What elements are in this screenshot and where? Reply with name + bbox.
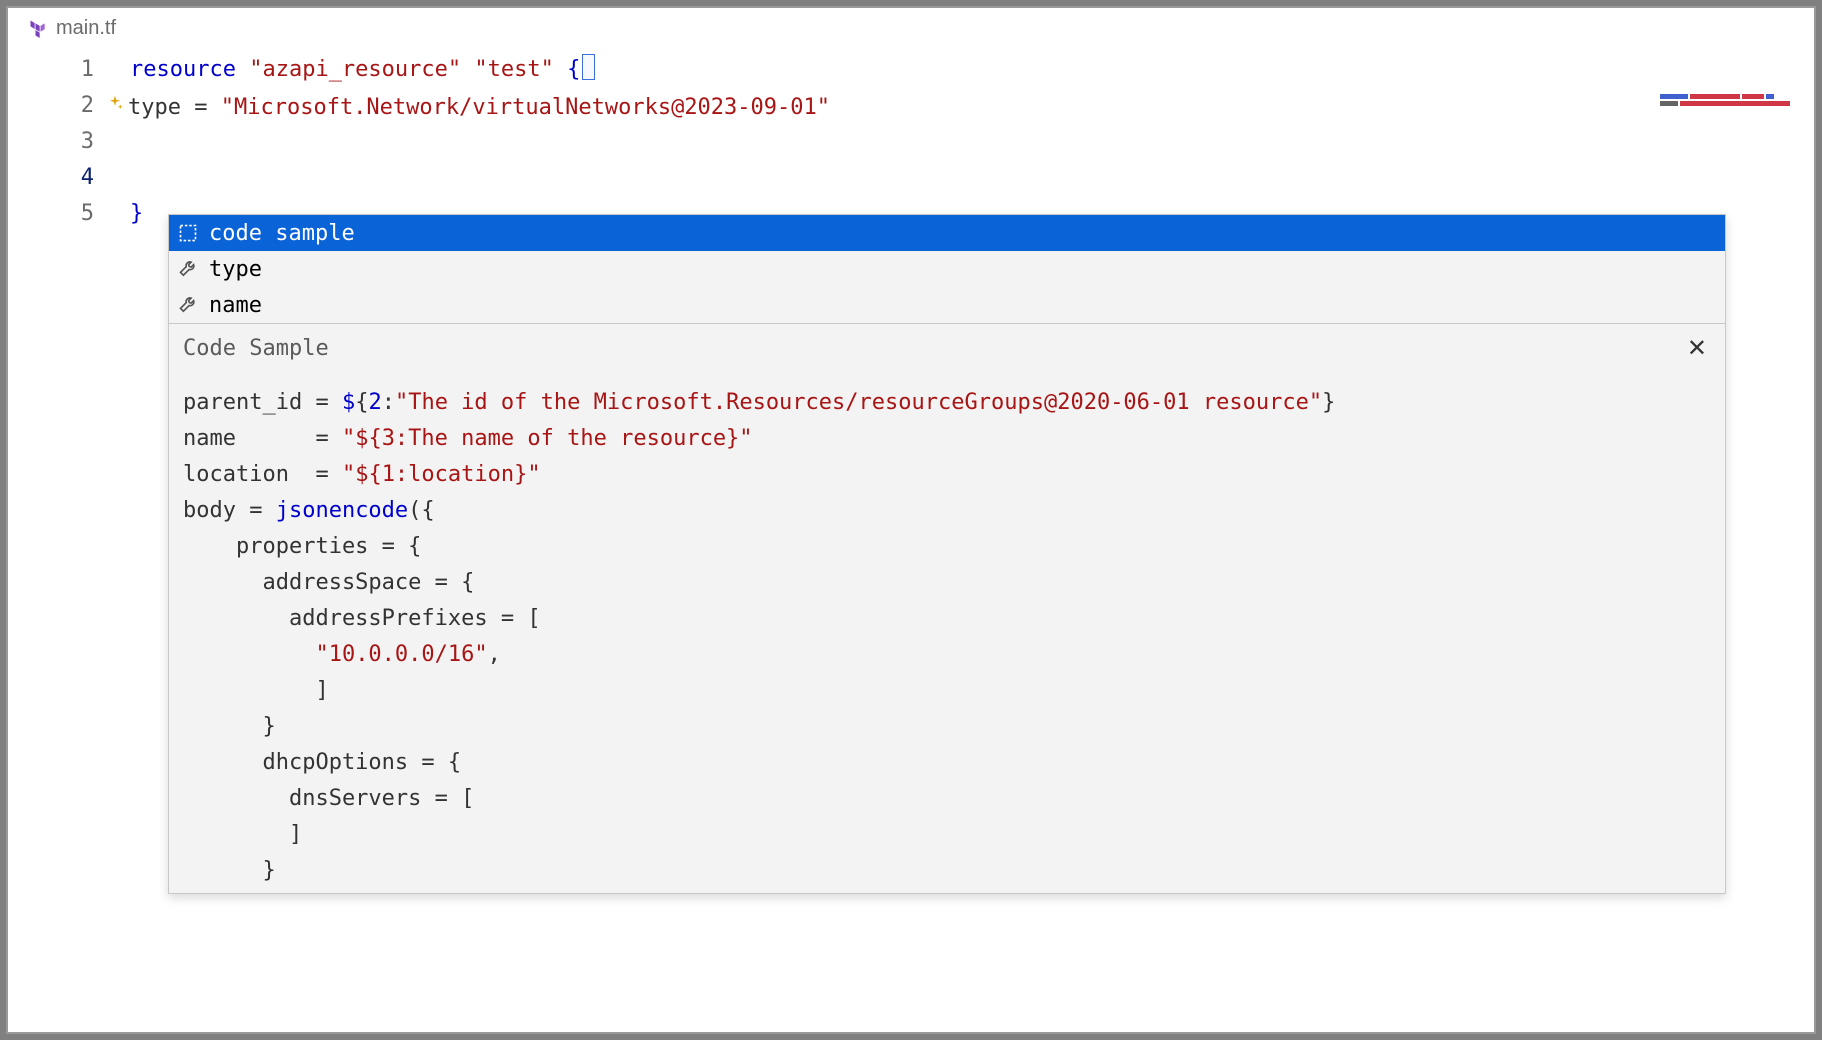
autocomplete-doc-panel: Code Sample ✕ parent_id = ${2:"The id of… xyxy=(169,323,1725,893)
line-number: 5 xyxy=(8,196,94,232)
wrench-icon xyxy=(177,258,199,280)
line-gutter: 1 2 3 4 5 xyxy=(8,46,94,1032)
autocomplete-item-label: type xyxy=(209,257,262,282)
code-line xyxy=(130,124,1814,160)
close-icon[interactable]: ✕ xyxy=(1683,334,1711,363)
line-number: 3 xyxy=(8,124,94,160)
line-number: 4 xyxy=(8,160,94,196)
autocomplete-item-label: name xyxy=(209,293,262,318)
autocomplete-list: code sample type name xyxy=(169,215,1725,323)
doc-code-sample: parent_id = ${2:"The id of the Microsoft… xyxy=(183,385,1711,893)
code-line: resource "azapi_resource" "test" { xyxy=(130,52,1814,88)
editor-window: main.tf 1 2 3 4 5 resource "azapi_resour… xyxy=(6,6,1816,1034)
code-line: type = "Microsoft.Network/virtualNetwork… xyxy=(130,88,1814,124)
sparkle-icon xyxy=(106,88,124,106)
file-tab[interactable]: main.tf xyxy=(18,13,126,44)
autocomplete-widget: code sample type name Code Samp xyxy=(168,214,1726,894)
doc-title: Code Sample xyxy=(183,336,329,361)
tab-filename: main.tf xyxy=(56,17,116,40)
text-cursor xyxy=(582,54,595,80)
autocomplete-item-type[interactable]: type xyxy=(169,251,1725,287)
autocomplete-item-name[interactable]: name xyxy=(169,287,1725,323)
autocomplete-item-code-sample[interactable]: code sample xyxy=(169,215,1725,251)
line-number: 1 xyxy=(8,52,94,88)
doc-title-row: Code Sample ✕ xyxy=(183,334,1711,363)
wrench-icon xyxy=(177,294,199,316)
line-number: 2 xyxy=(8,88,94,124)
snippet-icon xyxy=(177,222,199,244)
code-line xyxy=(130,160,1814,196)
tab-bar: main.tf xyxy=(8,8,1814,46)
minimap[interactable] xyxy=(1660,94,1800,116)
terraform-icon xyxy=(28,18,48,38)
code-editor[interactable]: 1 2 3 4 5 resource "azapi_resource" "tes… xyxy=(8,46,1814,1032)
autocomplete-item-label: code sample xyxy=(209,221,355,246)
